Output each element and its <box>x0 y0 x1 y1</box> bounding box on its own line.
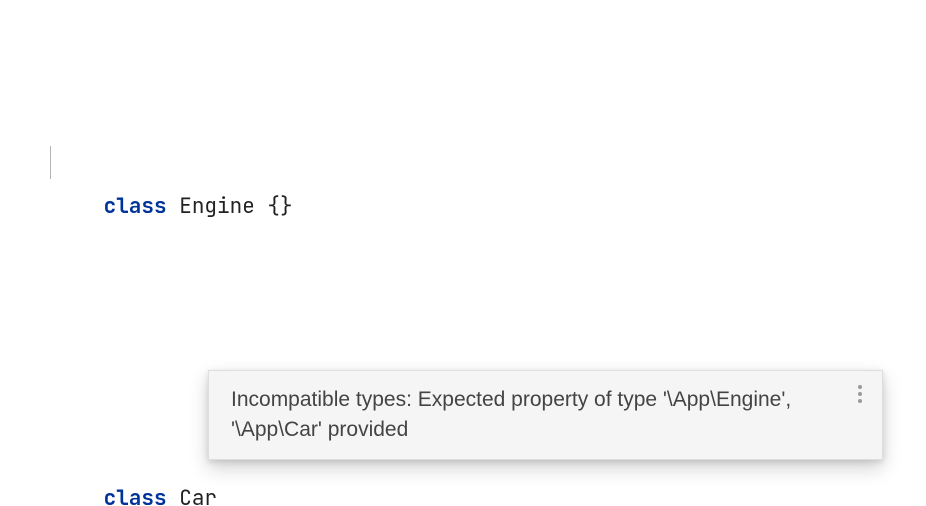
class-name: Engine <box>179 193 255 220</box>
tooltip-message: Incompatible types: Expected property of… <box>231 388 791 441</box>
space <box>167 485 180 506</box>
code-line-empty[interactable] <box>28 262 926 299</box>
more-actions-icon[interactable] <box>850 385 870 403</box>
inspection-tooltip: Incompatible types: Expected property of… <box>208 370 883 460</box>
keyword-class: class <box>104 193 167 220</box>
class-name: Car <box>179 485 217 506</box>
keyword-class: class <box>104 485 167 506</box>
caret <box>50 146 51 179</box>
code-line[interactable]: class Engine {} <box>28 116 926 153</box>
space <box>167 193 180 220</box>
braces: {} <box>255 193 293 220</box>
